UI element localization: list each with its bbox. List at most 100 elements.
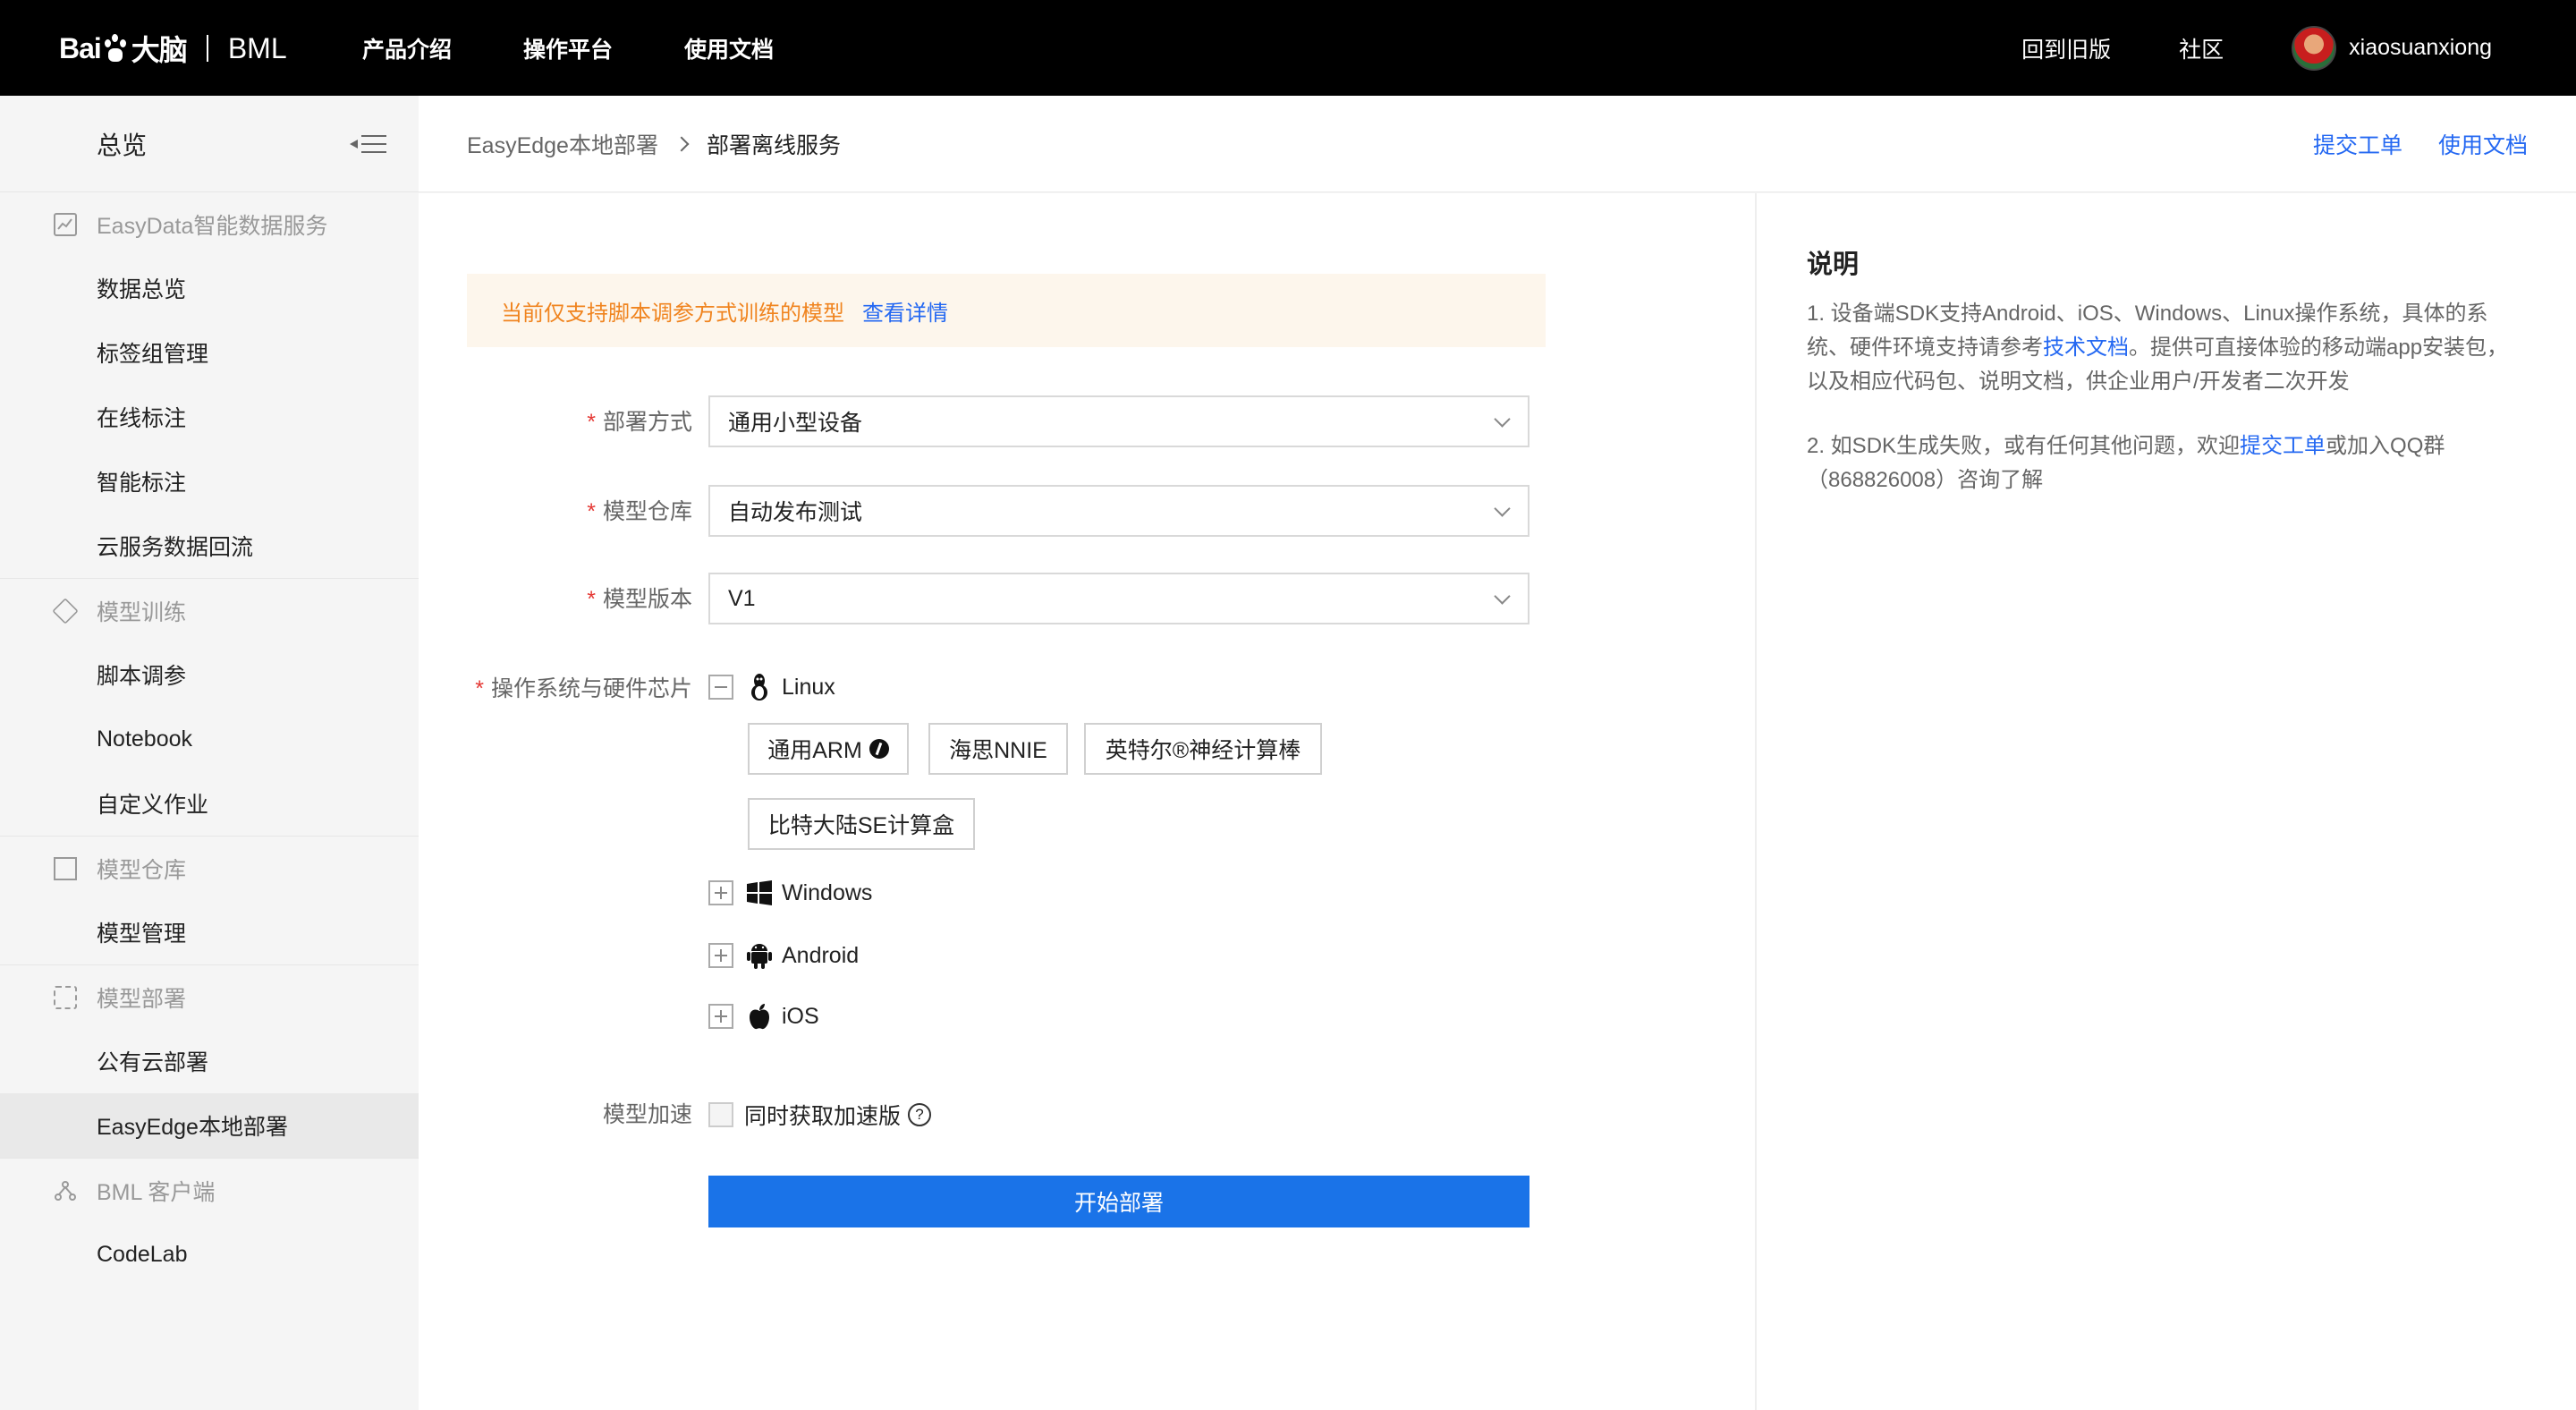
cube-icon xyxy=(52,597,79,624)
notice-text: 当前仅支持脚本调参方式训练的模型 xyxy=(501,301,844,326)
nav-console[interactable]: 操作平台 xyxy=(523,32,613,64)
select-value: V1 xyxy=(728,585,756,611)
os-chip-label: * 操作系统与硬件芯片 xyxy=(469,671,692,703)
chevron-down-icon xyxy=(1494,411,1511,428)
sidebar-overview[interactable]: 总览 xyxy=(0,96,419,191)
select-value: 自动发布测试 xyxy=(728,500,863,525)
label-text: 模型版本 xyxy=(602,587,692,612)
paw-icon xyxy=(103,34,130,63)
accel-checkbox-label-row: 同时获取加速版 ? xyxy=(744,1099,932,1131)
required-mark: * xyxy=(587,410,596,435)
top-right-menu: 回到旧版 社区 xiaosuanxiong xyxy=(2021,0,2576,96)
accel-checkbox[interactable] xyxy=(708,1102,733,1127)
sidebar-section-label: 模型部署 xyxy=(97,986,187,1012)
os-android-label: Android xyxy=(782,942,860,968)
accel-checkbox-label[interactable]: 同时获取加速版 xyxy=(744,1099,901,1131)
model-version-select[interactable]: V1 xyxy=(708,573,1530,624)
os-ios-label: iOS xyxy=(782,1003,819,1029)
content-header: EasyEdge本地部署 部署离线服务 提交工单 使用文档 xyxy=(419,96,2576,192)
chip-label: 英特尔®神经计算棒 xyxy=(1105,738,1301,763)
network-icon xyxy=(54,1179,77,1202)
info-paragraph-2: 2. 如SDK生成失败，或有任何其他问题，欢迎提交工单或加入QQ群（868826… xyxy=(1807,429,2528,497)
lightning-badge-icon xyxy=(869,739,889,759)
model-repo-label: * 模型仓库 xyxy=(526,494,692,526)
logo-brain-text: 大脑 xyxy=(131,34,188,66)
model-accel-label: 模型加速 xyxy=(526,1097,692,1129)
os-windows-row: Windows xyxy=(708,879,872,907)
logo-product-name: BML xyxy=(227,31,287,64)
collapse-menu-icon[interactable] xyxy=(349,132,386,157)
sidebar-item-notebook[interactable]: Notebook xyxy=(0,707,419,771)
logo-wordmark: Bai 大脑 xyxy=(59,28,188,69)
sidebar-item-smart-labeling[interactable]: 智能标注 xyxy=(0,449,419,514)
submit-ticket-link[interactable]: 提交工单 xyxy=(2313,128,2402,160)
sidebar-item-easyedge-local-deploy[interactable]: EasyEdge本地部署 xyxy=(0,1093,419,1158)
sidebar-item-custom-job[interactable]: 自定义作业 xyxy=(0,771,419,836)
chip-intel-ncs[interactable]: 英特尔®神经计算棒 xyxy=(1084,723,1322,775)
chevron-down-icon xyxy=(1494,500,1511,517)
required-mark: * xyxy=(587,499,596,524)
sidebar-section-bml-client: BML 客户端 xyxy=(0,1158,419,1222)
label-text: 部署方式 xyxy=(602,410,692,435)
chip-label: 通用ARM xyxy=(767,738,862,763)
chip-hisilicon-nnie[interactable]: 海思NNIE xyxy=(928,723,1068,775)
sidebar-section-model-repo: 模型仓库 xyxy=(0,836,419,900)
baidu-brain-bml-logo[interactable]: Bai 大脑 BML xyxy=(59,23,287,73)
sidebar-item-public-cloud-deploy[interactable]: 公有云部署 xyxy=(0,1029,419,1093)
model-repo-select[interactable]: 自动发布测试 xyxy=(708,485,1530,537)
deploy-method-label: * 部署方式 xyxy=(526,404,692,437)
breadcrumb: EasyEdge本地部署 部署离线服务 xyxy=(467,96,841,192)
sidebar-item-model-management[interactable]: 模型管理 xyxy=(0,900,419,964)
windows-icon xyxy=(746,879,773,907)
docs-link[interactable]: 使用文档 xyxy=(2438,128,2528,160)
info-title: 说明 xyxy=(1807,251,1860,279)
sidebar-section-label: 模型训练 xyxy=(97,599,187,625)
sidebar: 总览 EasyData智能数据服务 数据总览 标签组管理 在线标注 智能标注 云… xyxy=(0,96,419,1410)
breadcrumb-parent[interactable]: EasyEdge本地部署 xyxy=(467,128,658,160)
sidebar-item-cloud-data-reflow[interactable]: 云服务数据回流 xyxy=(0,514,419,578)
expand-ios-toggle[interactable] xyxy=(708,1004,733,1029)
android-icon xyxy=(746,941,773,970)
header-links: 提交工单 使用文档 xyxy=(2313,96,2528,192)
user-menu[interactable]: xiaosuanxiong xyxy=(2292,25,2492,71)
logo-text: Bai xyxy=(59,31,102,64)
expand-android-toggle[interactable] xyxy=(708,943,733,968)
sidebar-section-easydata: EasyData智能数据服务 xyxy=(0,191,419,256)
chevron-down-icon xyxy=(1494,588,1511,605)
nav-product-intro[interactable]: 产品介绍 xyxy=(362,32,452,64)
logo-divider xyxy=(206,35,208,62)
sidebar-section-label: 模型仓库 xyxy=(97,857,187,883)
top-nav: 产品介绍 操作平台 使用文档 xyxy=(362,0,774,96)
sidebar-item-codelab[interactable]: CodeLab xyxy=(0,1222,419,1287)
chart-icon xyxy=(54,212,77,236)
sidebar-item-online-labeling[interactable]: 在线标注 xyxy=(0,385,419,449)
sidebar-section-label: BML 客户端 xyxy=(97,1179,216,1205)
deploy-form-panel: 当前仅支持脚本调参方式训练的模型 查看详情 * 部署方式 通用小型设备 * 模型仓库… xyxy=(419,193,1755,1410)
sidebar-item-tag-groups[interactable]: 标签组管理 xyxy=(0,320,419,385)
notice-details-link[interactable]: 查看详情 xyxy=(862,295,948,327)
linux-icon xyxy=(746,673,773,701)
required-mark: * xyxy=(587,587,596,612)
os-ios-row: iOS xyxy=(708,1002,819,1031)
nav-docs[interactable]: 使用文档 xyxy=(684,32,774,64)
required-mark: * xyxy=(475,676,484,701)
collapse-linux-toggle[interactable] xyxy=(708,675,733,700)
help-icon[interactable]: ? xyxy=(908,1103,932,1126)
chip-generic-arm[interactable]: 通用ARM xyxy=(748,723,909,775)
info-paragraph-1: 1. 设备端SDK支持Android、iOS、Windows、Linux操作系统… xyxy=(1807,297,2528,399)
sidebar-item-script-tuning[interactable]: 脚本调参 xyxy=(0,642,419,707)
avatar xyxy=(2292,25,2337,71)
tech-docs-link[interactable]: 技术文档 xyxy=(2043,336,2129,360)
sidebar-section-label: EasyData智能数据服务 xyxy=(97,213,328,239)
deploy-method-select[interactable]: 通用小型设备 xyxy=(708,395,1530,447)
old-version-link[interactable]: 回到旧版 xyxy=(2021,32,2111,64)
select-value: 通用小型设备 xyxy=(728,411,863,436)
info-submit-ticket-link[interactable]: 提交工单 xyxy=(2240,434,2326,458)
os-linux-row: Linux xyxy=(708,673,835,701)
community-link[interactable]: 社区 xyxy=(2179,32,2224,64)
chip-bitmain-se[interactable]: 比特大陆SE计算盒 xyxy=(748,798,975,850)
expand-windows-toggle[interactable] xyxy=(708,880,733,905)
sidebar-item-data-overview[interactable]: 数据总览 xyxy=(0,256,419,320)
sidebar-section-model-deploy: 模型部署 xyxy=(0,964,419,1029)
start-deploy-button[interactable]: 开始部署 xyxy=(708,1176,1530,1227)
